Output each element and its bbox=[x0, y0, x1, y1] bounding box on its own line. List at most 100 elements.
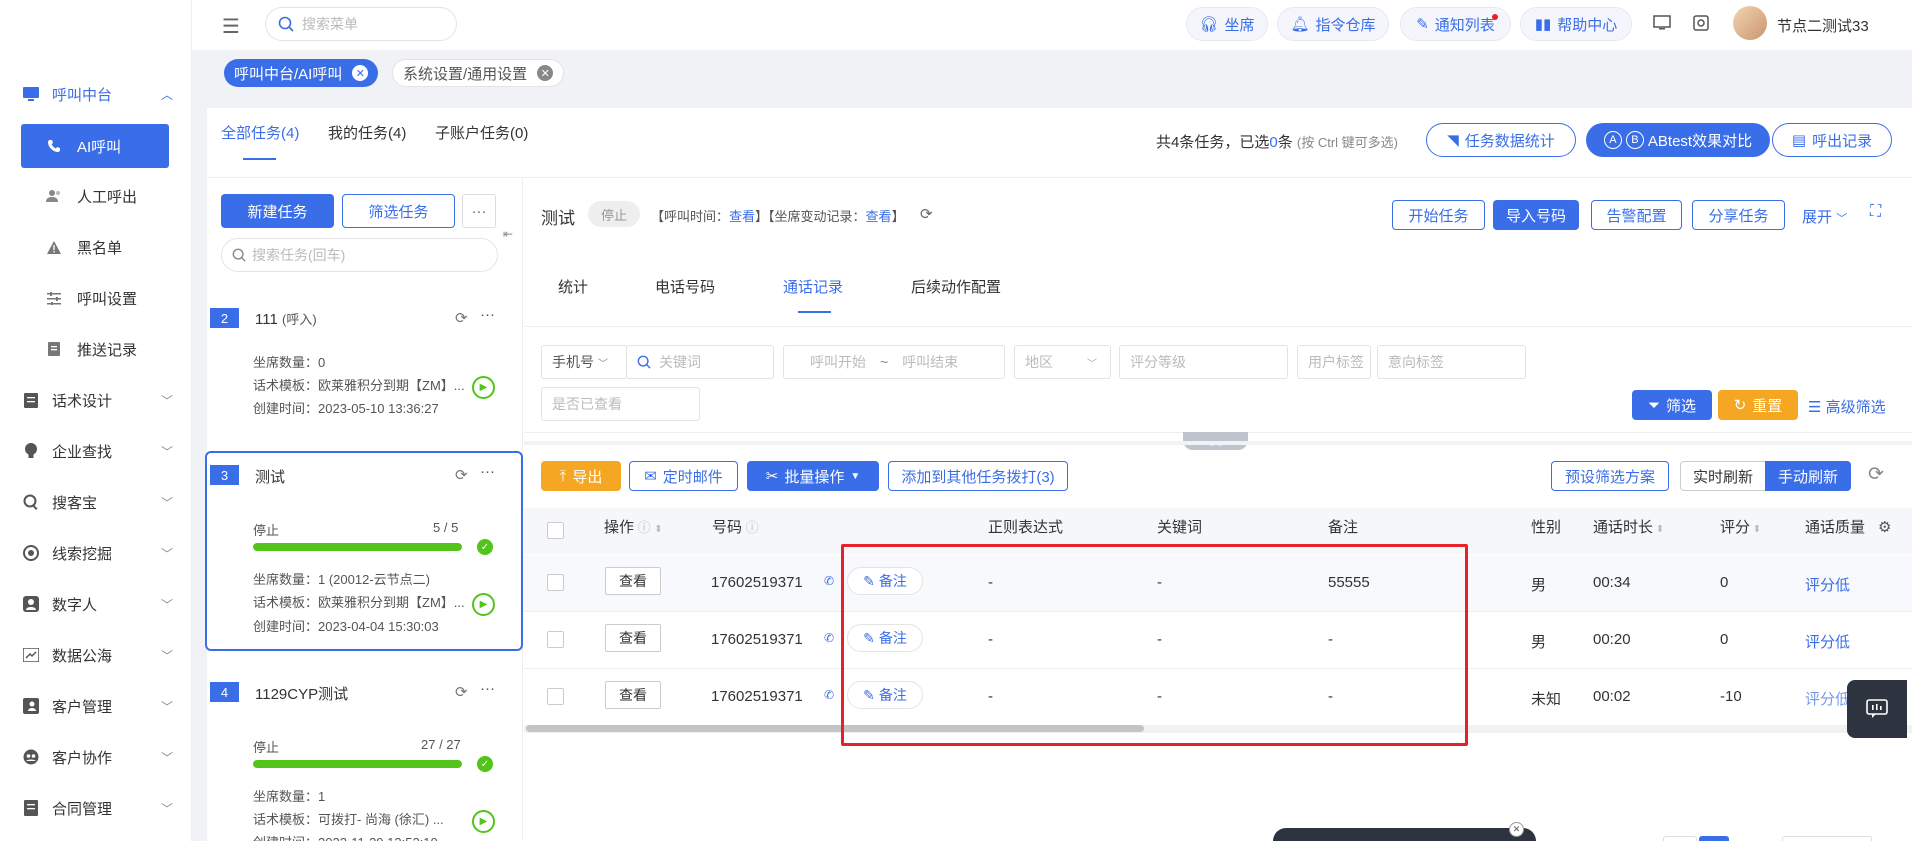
sidebar-item-manual-call[interactable]: 人工呼出 bbox=[21, 174, 169, 218]
sidebar-group-call-center[interactable]: 呼叫中台 ︿ bbox=[20, 72, 175, 116]
expand-button[interactable]: 展开 ﹀ bbox=[1802, 206, 1847, 227]
sidebar-group-lead-mining[interactable]: 线索挖掘 ﹀ bbox=[20, 531, 175, 575]
sort-icon[interactable]: ⬍ bbox=[1653, 524, 1664, 535]
refresh-icon[interactable]: ⟳ bbox=[1868, 463, 1884, 486]
intent-tag-select[interactable]: 意向标签 bbox=[1377, 345, 1526, 379]
refresh-icon[interactable]: ⟳ bbox=[455, 309, 468, 327]
advanced-filter-link[interactable]: ☰ 高级筛选 bbox=[1808, 396, 1886, 417]
close-icon[interactable]: ✕ bbox=[537, 65, 554, 81]
subtab-phone-numbers[interactable]: 电话号码 bbox=[655, 276, 715, 297]
view-call-time-link[interactable]: 查看 bbox=[729, 209, 755, 224]
fullscreen-icon[interactable]: ⛶ bbox=[1870, 203, 1881, 221]
subtab-stats[interactable]: 统计 bbox=[558, 276, 588, 297]
keyword-input[interactable]: 关键词 bbox=[626, 345, 774, 379]
tab-all-tasks[interactable]: 全部任务(4) bbox=[221, 122, 299, 143]
region-select[interactable]: 地区 ﹀ bbox=[1014, 345, 1111, 379]
start-task-button[interactable]: 开始任务 bbox=[1392, 200, 1485, 230]
sort-icon[interactable]: ⬍ bbox=[654, 524, 662, 535]
page-size-select[interactable] bbox=[1782, 836, 1872, 841]
scheduled-mail-button[interactable]: ✉ 定时邮件 bbox=[629, 461, 738, 491]
username[interactable]: 节点二测试33 bbox=[1777, 15, 1869, 36]
score-level-select[interactable]: 评分等级 bbox=[1119, 345, 1288, 379]
phone-icon[interactable]: ✆ bbox=[824, 688, 834, 702]
quality-value[interactable]: 评分低 bbox=[1805, 574, 1850, 595]
pagination-active[interactable] bbox=[1699, 836, 1729, 841]
avatar[interactable] bbox=[1733, 6, 1767, 40]
manual-refresh-toggle[interactable]: 手动刷新 bbox=[1765, 461, 1851, 491]
reset-button[interactable]: ↻ 重置 bbox=[1718, 390, 1798, 420]
new-task-button[interactable]: 新建任务 bbox=[221, 194, 334, 228]
user-tag-select[interactable]: 用户标签 bbox=[1297, 345, 1371, 379]
open-tab-ai-call[interactable]: 呼叫中台/AI呼叫 ✕ bbox=[224, 59, 379, 87]
menu-search-box[interactable]: 搜索菜单 bbox=[265, 7, 457, 41]
batch-operations-button[interactable]: ✂ 批量操作 ▼ bbox=[747, 461, 879, 491]
realtime-refresh-toggle[interactable]: 实时刷新 bbox=[1680, 461, 1766, 491]
sidebar-group-script-design[interactable]: 话术设计 ﹀ bbox=[20, 378, 175, 422]
command-library-button[interactable]: 🔔︎ 指令仓库 bbox=[1277, 7, 1389, 41]
call-time-range[interactable]: 呼叫开始 ~ 呼叫结束 bbox=[783, 345, 1005, 379]
collapse-icon[interactable]: ⇤ bbox=[503, 227, 513, 241]
more-icon[interactable]: ··· bbox=[480, 306, 495, 323]
sidebar-item-ai-call[interactable]: AI呼叫 bbox=[21, 124, 169, 168]
open-tab-general-settings[interactable]: 系统设置/通用设置 ✕ bbox=[392, 59, 565, 87]
sort-icon[interactable]: ⬍ bbox=[1750, 524, 1761, 535]
tab-sub-account-tasks[interactable]: 子账户任务(0) bbox=[435, 122, 528, 143]
task-stats-button[interactable]: ◥ 任务数据统计 bbox=[1426, 123, 1576, 157]
import-numbers-button[interactable]: 导入号码 bbox=[1493, 200, 1579, 230]
sidebar-item-call-settings[interactable]: 呼叫设置 bbox=[21, 276, 169, 320]
sidebar-group-enterprise-search[interactable]: 企业查找 ﹀ bbox=[20, 429, 175, 473]
sidebar-item-blacklist[interactable]: 黑名单 bbox=[21, 225, 169, 269]
task-search-input[interactable]: 搜索任务(回车) bbox=[221, 238, 498, 272]
export-button[interactable]: ⤒ 导出 bbox=[541, 461, 621, 491]
phone-type-select[interactable]: 手机号 ﹀ bbox=[541, 345, 627, 379]
sidebar-group-data-sea[interactable]: 数据公海 ﹀ bbox=[20, 633, 175, 677]
preset-filter-button[interactable]: 预设筛选方案 bbox=[1551, 461, 1669, 491]
quality-value[interactable]: 评分低 bbox=[1805, 631, 1850, 652]
row-checkbox[interactable] bbox=[547, 688, 564, 705]
play-icon[interactable]: ▶ bbox=[472, 810, 495, 833]
tab-my-tasks[interactable]: 我的任务(4) bbox=[328, 122, 406, 143]
screen-icon[interactable] bbox=[1653, 15, 1671, 35]
sidebar-group-customer-mgmt[interactable]: 客户管理 ﹀ bbox=[20, 684, 175, 728]
call-records-button[interactable]: ▤ 呼出记录 bbox=[1772, 123, 1892, 157]
task-card-selected[interactable]: 3 测试 ⟳ ··· 停止 5 / 5 ✓ 坐席数量：1 (20012-云节点二… bbox=[205, 451, 523, 651]
subtab-call-records[interactable]: 通话记录 bbox=[783, 276, 843, 297]
play-icon[interactable]: ▶ bbox=[472, 593, 495, 616]
view-button[interactable]: 查看 bbox=[605, 681, 661, 709]
row-checkbox[interactable] bbox=[547, 631, 564, 648]
sidebar-group-contract-mgmt[interactable]: 合同管理 ﹀ bbox=[20, 786, 175, 830]
sidebar-item-push-records[interactable]: 推送记录 bbox=[21, 327, 169, 371]
close-icon[interactable]: ✕ bbox=[1509, 822, 1524, 837]
more-icon[interactable]: ··· bbox=[480, 463, 495, 480]
refresh-icon[interactable]: ⟳ bbox=[455, 683, 468, 701]
sidebar-group-search-customer[interactable]: 搜客宝 ﹀ bbox=[20, 480, 175, 524]
select-all-checkbox[interactable] bbox=[547, 522, 564, 539]
sidebar-group-customer-collab[interactable]: 客户协作 ﹀ bbox=[20, 735, 175, 779]
phone-icon[interactable]: ✆ bbox=[824, 631, 834, 645]
add-to-other-task-button[interactable]: 添加到其他任务拨打(3) bbox=[888, 461, 1068, 491]
row-checkbox[interactable] bbox=[547, 574, 564, 591]
viewed-select[interactable]: 是否已查看 bbox=[541, 387, 700, 421]
seat-button[interactable]: 🎧︎ 坐席 bbox=[1186, 7, 1268, 41]
task-card[interactable]: 4 1129CYP测试 ⟳ ··· 停止 27 / 27 ✓ 坐席数量：1 话术… bbox=[205, 672, 523, 841]
subtab-followup-config[interactable]: 后续动作配置 bbox=[911, 276, 1001, 297]
phone-icon[interactable]: ✆ bbox=[824, 574, 834, 588]
menu-toggle-icon[interactable]: ☰ bbox=[222, 14, 240, 39]
filter-button[interactable]: ⏷ 筛选 bbox=[1632, 390, 1712, 420]
quality-value[interactable]: 评分低 bbox=[1805, 688, 1850, 709]
pagination-item[interactable] bbox=[1663, 836, 1697, 841]
notice-list-button[interactable]: ✎ 通知列表 bbox=[1400, 7, 1511, 41]
more-icon[interactable]: ··· bbox=[480, 680, 495, 697]
chat-widget-button[interactable] bbox=[1847, 680, 1907, 738]
view-button[interactable]: 查看 bbox=[605, 624, 661, 652]
column-settings-icon[interactable]: ⚙ bbox=[1878, 518, 1891, 536]
refresh-icon[interactable]: ⟳ bbox=[455, 466, 468, 484]
ab-test-button[interactable]: AB ABtest效果对比 bbox=[1586, 123, 1770, 157]
settings-icon[interactable] bbox=[1693, 15, 1709, 35]
help-center-button[interactable]: ▮▮ 帮助中心 bbox=[1520, 7, 1632, 41]
more-button[interactable]: ··· bbox=[462, 194, 496, 228]
task-card[interactable]: 2 111 (呼入) ⟳ ··· 坐席数量：0 话术模板：欧莱雅积分到期【ZM】… bbox=[205, 300, 523, 425]
sidebar-group-digital-human[interactable]: 数字人 ﹀ bbox=[20, 582, 175, 626]
filter-task-button[interactable]: 筛选任务 bbox=[342, 194, 455, 228]
close-icon[interactable]: ✕ bbox=[352, 65, 369, 81]
